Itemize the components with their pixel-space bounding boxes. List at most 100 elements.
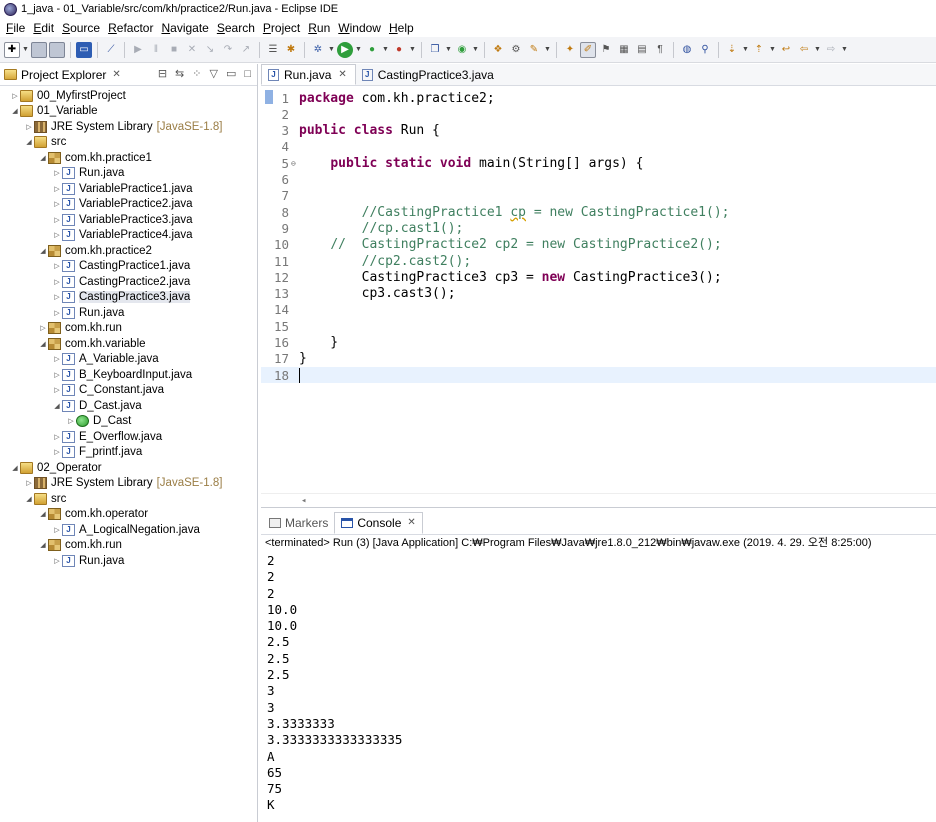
code-line[interactable]: 1 package com.kh.practice2; xyxy=(261,90,936,106)
prev-annotation-dropdown-icon[interactable]: ▼ xyxy=(769,42,776,58)
code-line[interactable]: 3 public class Run { xyxy=(261,123,936,139)
search-icon[interactable]: ✎ xyxy=(526,42,542,58)
skip-breakpoints-icon[interactable]: ⟋ xyxy=(103,42,119,58)
tree-item[interactable]: ▷ J CastingPractice3.java xyxy=(0,290,257,306)
tools-icon[interactable]: ✱ xyxy=(283,42,299,58)
resume-icon[interactable]: ▶ xyxy=(130,42,146,58)
close-icon[interactable]: ✕ xyxy=(407,517,415,528)
word-wrap-icon[interactable]: ▤ xyxy=(634,42,650,58)
collapsed-arrow-icon[interactable]: ▷ xyxy=(52,262,62,270)
globe-icon[interactable]: ◍ xyxy=(679,42,695,58)
code-line[interactable]: 18 xyxy=(261,367,936,384)
tree-item[interactable]: ▷ JRE System Library [JavaSE-1.8] xyxy=(0,119,257,135)
expanded-arrow-icon[interactable]: ◢ xyxy=(38,541,48,549)
expanded-arrow-icon[interactable]: ◢ xyxy=(52,402,62,410)
menu-edit[interactable]: Edit xyxy=(29,21,58,35)
tree-item[interactable]: ▷ J Run.java xyxy=(0,553,257,569)
collapsed-arrow-icon[interactable]: ▷ xyxy=(52,309,62,317)
terminal-icon[interactable]: ▭ xyxy=(76,41,92,58)
collapsed-arrow-icon[interactable]: ▷ xyxy=(52,200,62,208)
coverage-icon[interactable]: ☰ xyxy=(265,42,281,58)
next-annotation-dropdown-icon[interactable]: ▼ xyxy=(742,42,749,58)
run-icon[interactable]: ▶ xyxy=(337,41,353,58)
link-icon[interactable]: ⚲ xyxy=(697,42,713,58)
menu-refactor[interactable]: Refactor xyxy=(104,21,157,35)
new-class-dropdown-icon[interactable]: ▼ xyxy=(472,42,479,58)
debug-dropdown-icon[interactable]: ▼ xyxy=(328,42,335,58)
code-line[interactable]: 2 xyxy=(261,106,936,122)
external-tools-icon[interactable]: ● xyxy=(391,42,407,58)
open-type-icon[interactable]: ❖ xyxy=(490,42,506,58)
code-line[interactable]: 17} xyxy=(261,351,936,367)
tree-item[interactable]: ▷ J VariablePractice1.java xyxy=(0,181,257,197)
new-java-dropdown-icon[interactable]: ▼ xyxy=(445,42,452,58)
markers-tab[interactable]: Markers xyxy=(263,512,334,534)
coverage-dropdown-icon[interactable]: ▼ xyxy=(382,42,389,58)
collapsed-arrow-icon[interactable]: ▷ xyxy=(66,417,76,425)
tree-item[interactable]: ▷ com.kh.run xyxy=(0,321,257,337)
code-line[interactable]: 7 xyxy=(261,188,936,204)
toggle-breadcrumb-icon[interactable]: ✦ xyxy=(562,42,578,58)
save-icon[interactable] xyxy=(31,41,47,58)
filter-icon[interactable]: ⁘ xyxy=(192,67,201,80)
tree-item[interactable]: ▷ J VariablePractice3.java xyxy=(0,212,257,228)
code-line[interactable]: 14 xyxy=(261,302,936,318)
back-dropdown-icon[interactable]: ▼ xyxy=(814,42,821,58)
expanded-arrow-icon[interactable]: ◢ xyxy=(24,495,34,503)
collapsed-arrow-icon[interactable]: ▷ xyxy=(52,169,62,177)
menu-project[interactable]: Project xyxy=(259,21,304,35)
maximize-icon[interactable]: □ xyxy=(244,68,251,80)
minimize-icon[interactable]: ▭ xyxy=(226,67,236,80)
new-class-icon[interactable]: ◉ xyxy=(454,42,470,58)
last-edit-icon[interactable]: ↩ xyxy=(778,42,794,58)
menu-navigate[interactable]: Navigate xyxy=(157,21,212,35)
code-line[interactable]: 15 xyxy=(261,318,936,334)
collapsed-arrow-icon[interactable]: ▷ xyxy=(52,355,62,363)
collapsed-arrow-icon[interactable]: ▷ xyxy=(52,278,62,286)
tree-item[interactable]: ▷ J B_KeyboardInput.java xyxy=(0,367,257,383)
link-with-editor-icon[interactable]: ⇆ xyxy=(175,67,184,80)
tree-item[interactable]: ▷ J A_Variable.java xyxy=(0,352,257,368)
collapsed-arrow-icon[interactable]: ▷ xyxy=(38,324,48,332)
expanded-arrow-icon[interactable]: ◢ xyxy=(10,107,20,115)
code-line[interactable]: 13 cp3.cast3(); xyxy=(261,286,936,302)
expanded-arrow-icon[interactable]: ◢ xyxy=(38,340,48,348)
collapse-all-icon[interactable]: ⊟ xyxy=(158,67,167,80)
expanded-arrow-icon[interactable]: ◢ xyxy=(38,154,48,162)
new-dropdown-icon[interactable]: ▼ xyxy=(22,42,29,58)
menu-run[interactable]: Run xyxy=(304,21,334,35)
step-into-icon[interactable]: ↘ xyxy=(202,42,218,58)
save-all-icon[interactable] xyxy=(49,41,65,58)
code-line[interactable]: 11 //cp2.cast2(); xyxy=(261,253,936,269)
fold-minus-icon[interactable]: ⊖ xyxy=(291,159,299,168)
project-explorer-tab[interactable]: Project Explorer ✕ ⊟ ⇆ ⁘ ▽ ▭ □ xyxy=(0,64,257,86)
code-line[interactable]: 10 // CastingPractice2 cp2 = new Casting… xyxy=(261,237,936,253)
menu-search[interactable]: Search xyxy=(213,21,259,35)
collapsed-arrow-icon[interactable]: ▷ xyxy=(24,479,34,487)
block-selection-icon[interactable]: ⚑ xyxy=(598,42,614,58)
console-tab[interactable]: Console ✕ xyxy=(334,511,423,534)
forward-icon[interactable]: ⇨ xyxy=(823,42,839,58)
tree-item[interactable]: ◢ com.kh.practice1 xyxy=(0,150,257,166)
tree-item[interactable]: ▷ J VariablePractice2.java xyxy=(0,197,257,213)
code-line[interactable]: 8 //CastingPractice1 cp = new CastingPra… xyxy=(261,204,936,220)
console-output[interactable]: 2 2 2 10.0 10.0 2.5 2.5 2.5 3 3 3.3333333 3.3333333… xyxy=(261,551,936,814)
collapsed-arrow-icon[interactable]: ▷ xyxy=(52,216,62,224)
step-return-icon[interactable]: ↗ xyxy=(238,42,254,58)
new-icon[interactable]: ✚ xyxy=(4,41,20,58)
collapsed-arrow-icon[interactable]: ▷ xyxy=(52,293,62,301)
collapsed-arrow-icon[interactable]: ▷ xyxy=(10,92,20,100)
collapsed-arrow-icon[interactable]: ▷ xyxy=(52,448,62,456)
menu-help[interactable]: Help xyxy=(385,21,418,35)
menu-window[interactable]: Window xyxy=(334,21,385,35)
code-area[interactable]: 1 package com.kh.practice2; 2 3 public class… xyxy=(261,86,936,507)
close-icon[interactable]: ✕ xyxy=(112,69,120,80)
show-whitespace-icon[interactable]: ▦ xyxy=(616,42,632,58)
collapsed-arrow-icon[interactable]: ▷ xyxy=(24,123,34,131)
suspend-icon[interactable]: ‖ xyxy=(148,42,164,58)
code-line[interactable]: 16 } xyxy=(261,335,936,351)
tree-item[interactable]: ▷ D_Cast xyxy=(0,414,257,430)
tree-item[interactable]: ◢ J D_Cast.java xyxy=(0,398,257,414)
view-menu-icon[interactable]: ▽ xyxy=(209,67,217,80)
debug-icon[interactable]: ✲ xyxy=(310,42,326,58)
